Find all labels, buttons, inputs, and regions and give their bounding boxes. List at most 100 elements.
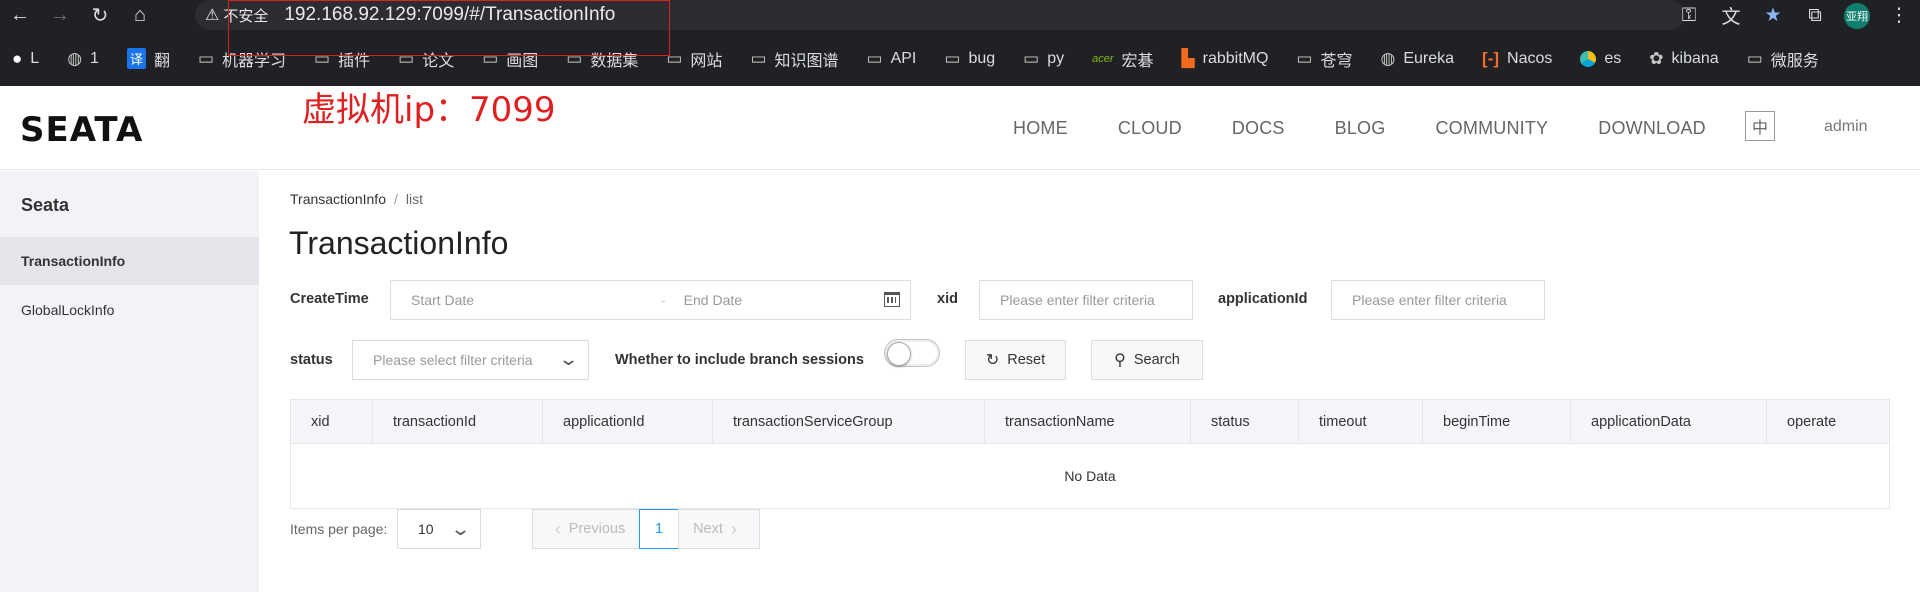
elastic-icon — [1580, 50, 1597, 67]
refresh-icon: ↻ — [985, 352, 1000, 369]
applicationid-label: applicationId — [1218, 291, 1308, 307]
folder-icon: ▭ — [566, 48, 583, 68]
bookmark-item[interactable]: ▭ 数据集 — [566, 47, 638, 71]
nav-cloud[interactable]: CLOUD — [1118, 118, 1182, 139]
nav-home[interactable]: HOME — [1013, 118, 1068, 139]
user-name[interactable]: admin — [1824, 118, 1868, 136]
url-text[interactable]: 192.168.92.129:7099/#/TransactionInfo — [284, 4, 615, 26]
profile-button[interactable]: 亚翔 — [1836, 0, 1878, 31]
bookmark-item[interactable]: ◍ 1 — [67, 49, 99, 69]
seata-logo[interactable]: SEATA — [20, 110, 143, 150]
breadcrumb-item-transactioninfo[interactable]: TransactionInfo — [290, 191, 386, 207]
bookmark-item[interactable]: [-] Nacos — [1482, 49, 1552, 69]
chevron-down-icon: ⌄ — [449, 519, 472, 539]
items-per-page-select[interactable]: 10 ⌄ — [397, 509, 481, 549]
kibana-icon: ✿ — [1649, 48, 1664, 68]
bookmark-item[interactable]: ▭ 画图 — [482, 47, 538, 71]
reset-label: Reset — [1007, 352, 1046, 368]
status-label: status — [290, 352, 333, 368]
bookmark-item[interactable]: ◍ Eureka — [1380, 49, 1454, 69]
column-header-transactionid: transactionId — [373, 400, 543, 443]
sidebar-item-transactioninfo[interactable]: TransactionInfo — [0, 237, 259, 285]
globe-icon: ◍ — [67, 48, 83, 68]
menu-icon[interactable]: ⋮ — [1878, 0, 1920, 31]
bookmark-item[interactable]: ▭ 插件 — [314, 47, 370, 71]
previous-label: Previous — [568, 521, 626, 537]
home-icon[interactable]: ⌂ — [120, 0, 160, 31]
page-1-button[interactable]: 1 — [639, 509, 679, 549]
extensions-icon[interactable]: ⧉ — [1794, 0, 1836, 31]
bookmark-item[interactable]: ▙ rabbitMQ — [1182, 49, 1269, 69]
bookmark-item[interactable]: ▭ 知识图谱 — [750, 47, 838, 71]
branch-sessions-toggle[interactable] — [884, 339, 940, 367]
bookmark-star-icon[interactable]: ★ — [1752, 0, 1794, 31]
table-header: xid transactionId applicationId transaction… — [291, 400, 1889, 444]
table-empty-row: No Data — [291, 444, 1889, 508]
forward-icon[interactable]: → — [40, 0, 80, 31]
sidebar-item-label: TransactionInfo — [21, 253, 126, 269]
calendar-icon[interactable] — [884, 292, 900, 307]
address-bar[interactable]: ⚠ 不安全 192.168.92.129:7099/#/TransactionI… — [195, 0, 1685, 30]
next-button[interactable]: Next › — [678, 509, 760, 549]
chevron-down-icon: ⌄ — [557, 349, 580, 369]
folder-icon: ▭ — [750, 48, 767, 68]
bookmark-item[interactable]: ▭ py — [1023, 49, 1064, 69]
createtime-label: CreateTime — [290, 291, 369, 307]
nacos-icon: [-] — [1482, 48, 1500, 68]
bookmark-label: Nacos — [1507, 49, 1553, 67]
github-icon: ● — [12, 48, 23, 68]
bookmark-item[interactable]: ▭ 论文 — [398, 47, 454, 71]
avatar: 亚翔 — [1844, 2, 1870, 29]
date-range-picker[interactable]: Start Date - End Date — [390, 280, 911, 320]
sidebar-title: Seata — [21, 195, 70, 215]
toggle-knob — [887, 342, 911, 366]
nav-community[interactable]: COMMUNITY — [1435, 118, 1548, 139]
nav-blog[interactable]: BLOG — [1335, 118, 1386, 139]
start-date-input[interactable]: Start Date — [411, 292, 643, 308]
annotation-text: 虚拟机ip：7099 — [302, 90, 556, 130]
reset-button[interactable]: ↻ Reset — [965, 340, 1066, 380]
translate-icon: 译 — [126, 48, 146, 69]
bookmark-item[interactable]: ▭ API — [867, 49, 917, 69]
translate-page-icon[interactable]: 文 — [1710, 0, 1752, 31]
bookmark-item[interactable]: ▭ bug — [944, 49, 995, 69]
column-header-transactionname: transactionName — [985, 400, 1191, 443]
rabbitmq-icon: ▙ — [1181, 48, 1195, 68]
language-toggle[interactable]: 中 — [1745, 111, 1775, 141]
search-button[interactable]: ⚲ Search — [1091, 340, 1203, 380]
status-select[interactable]: Please select filter criteria ⌄ — [352, 340, 589, 380]
bookmark-label: 网站 — [690, 52, 723, 70]
applicationid-input[interactable]: Please enter filter criteria — [1331, 280, 1545, 320]
bookmark-item[interactable]: ▭ 机器学习 — [198, 47, 286, 71]
breadcrumb-item-list: list — [405, 191, 423, 207]
items-per-page-value: 10 — [418, 521, 434, 537]
security-indicator[interactable]: ⚠ 不安全 — [205, 5, 268, 26]
warning-icon: ⚠ — [205, 7, 220, 24]
xid-input[interactable]: Please enter filter criteria — [979, 280, 1193, 320]
back-icon[interactable]: ← — [0, 0, 40, 31]
bookmark-item[interactable]: ▭ 网站 — [666, 47, 722, 71]
pagination: Items per page: 10 ⌄ ‹ Previous 1 Next › — [290, 509, 760, 549]
folder-icon: ▭ — [398, 48, 415, 68]
empty-message: No Data — [1064, 468, 1116, 484]
bookmark-label: 论文 — [422, 52, 455, 70]
bookmark-label: bug — [968, 49, 996, 67]
bookmark-item[interactable]: ▭ 苍穹 — [1296, 47, 1352, 71]
bookmark-item[interactable]: acer 宏碁 — [1092, 47, 1153, 71]
key-icon[interactable]: ⚿ — [1668, 0, 1710, 31]
nav-download[interactable]: DOWNLOAD — [1598, 118, 1706, 139]
bookmark-item[interactable]: 译翻 — [126, 47, 170, 71]
bookmark-item[interactable]: es — [1580, 50, 1621, 68]
sidebar-item-globallockinfo[interactable]: GlobalLockInfo — [0, 286, 259, 334]
bookmark-item[interactable]: ▭ 微服务 — [1747, 47, 1819, 71]
nav-docs[interactable]: DOCS — [1232, 118, 1285, 139]
end-date-input[interactable]: End Date — [684, 292, 742, 308]
breadcrumb-separator: / — [393, 191, 398, 207]
bookmark-label: 插件 — [338, 52, 371, 70]
folder-icon: ▭ — [482, 48, 499, 68]
bookmark-label: 微服务 — [1770, 52, 1819, 70]
reload-icon[interactable]: ↻ — [80, 0, 120, 31]
previous-button[interactable]: ‹ Previous — [532, 509, 640, 549]
bookmark-item[interactable]: ● L — [12, 49, 39, 69]
bookmark-item[interactable]: ✿ kibana — [1649, 49, 1718, 69]
